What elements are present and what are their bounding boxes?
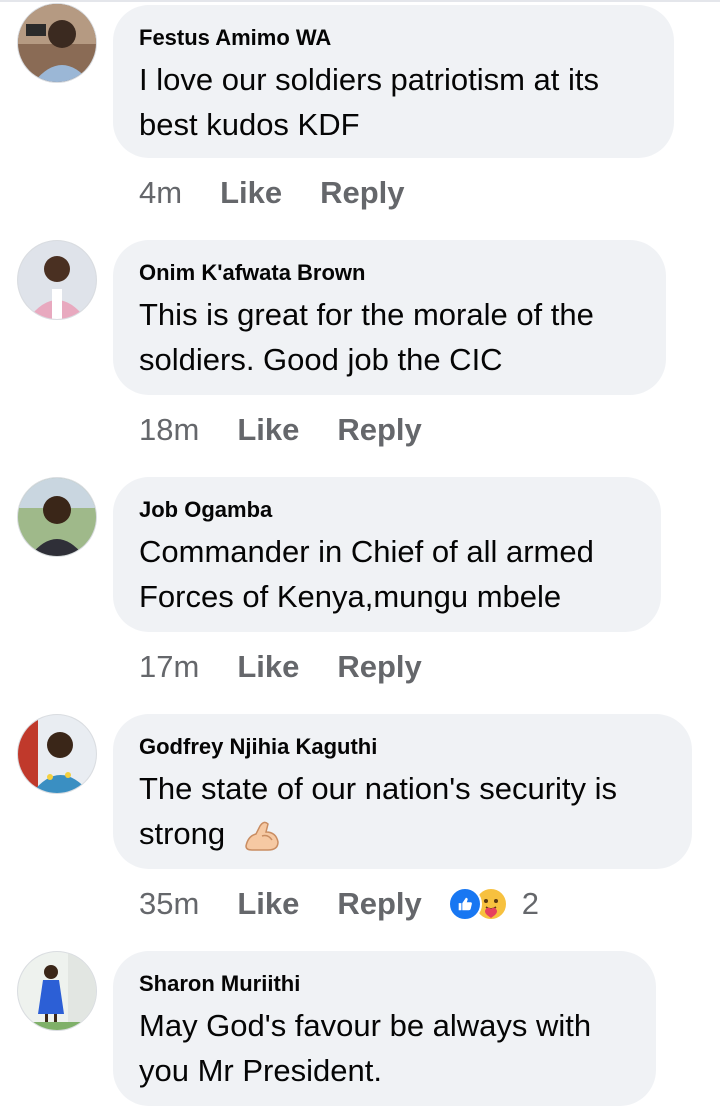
comment-text-line: strong — [139, 811, 666, 856]
like-button[interactable]: Like — [220, 175, 282, 211]
flexed-biceps-emoji — [242, 816, 282, 856]
comment-text-line: Commander in Chief of all armed — [139, 534, 594, 569]
comment-text-fragment: strong — [139, 816, 226, 851]
avatar[interactable] — [17, 3, 97, 83]
comment-text-line: This is great for the morale of the — [139, 297, 594, 332]
comment-actions: 4m Like Reply — [139, 171, 443, 215]
comment-bubble: Onim K'afwata Brown This is great for th… — [113, 240, 666, 395]
comment-author[interactable]: Onim K'afwata Brown — [139, 260, 640, 286]
avatar[interactable] — [17, 477, 97, 557]
like-reaction-icon — [447, 887, 482, 921]
reply-button[interactable]: Reply — [337, 886, 421, 922]
comment-actions: 18m Like Reply — [139, 408, 460, 452]
like-button[interactable]: Like — [237, 649, 299, 685]
comment-author[interactable]: Festus Amimo WA — [139, 25, 648, 51]
comment-text-line: Forces of Kenya,mungu mbele — [139, 579, 562, 614]
reply-button[interactable]: Reply — [337, 412, 421, 448]
comment-time[interactable]: 4m — [139, 175, 182, 211]
comment-actions: 35m Like Reply 2 — [139, 882, 539, 926]
comment-author[interactable]: Job Ogamba — [139, 497, 635, 523]
comment-text-line: soldiers. Good job the CIC — [139, 342, 503, 377]
comment-time[interactable]: 35m — [139, 886, 199, 922]
reaction-count: 2 — [521, 886, 540, 921]
top-divider — [0, 0, 720, 2]
comment-text-line: The state of our nation's security is — [139, 771, 618, 806]
like-button[interactable]: Like — [237, 412, 299, 448]
comment-text-line: best kudos KDF — [139, 107, 360, 142]
comment-actions: 17m Like Reply — [139, 645, 460, 689]
comment-bubble: Job Ogamba Commander in Chief of all arm… — [113, 477, 661, 632]
avatar[interactable] — [17, 714, 97, 794]
comment-author[interactable]: Godfrey Njihia Kaguthi — [139, 734, 666, 760]
comment-time[interactable]: 18m — [139, 412, 199, 448]
comment-time[interactable]: 17m — [139, 649, 199, 685]
avatar[interactable] — [17, 240, 97, 320]
comment-author[interactable]: Sharon Muriithi — [139, 971, 630, 997]
reaction-summary[interactable]: 2 — [447, 886, 540, 922]
reply-button[interactable]: Reply — [320, 175, 404, 211]
comment-text-line: you Mr President. — [139, 1053, 382, 1088]
comment-bubble: Godfrey Njihia Kaguthi The state of our … — [113, 714, 692, 869]
comment-text-line: I love our soldiers patriotism at its — [139, 62, 600, 97]
comment-bubble: Festus Amimo WA I love our soldiers patr… — [113, 5, 674, 158]
like-button[interactable]: Like — [237, 886, 299, 922]
comment-text-line: May God's favour be always with — [139, 1008, 592, 1043]
reply-button[interactable]: Reply — [337, 649, 421, 685]
comment-bubble: Sharon Muriithi May God's favour be alwa… — [113, 951, 656, 1106]
avatar[interactable] — [17, 951, 97, 1031]
